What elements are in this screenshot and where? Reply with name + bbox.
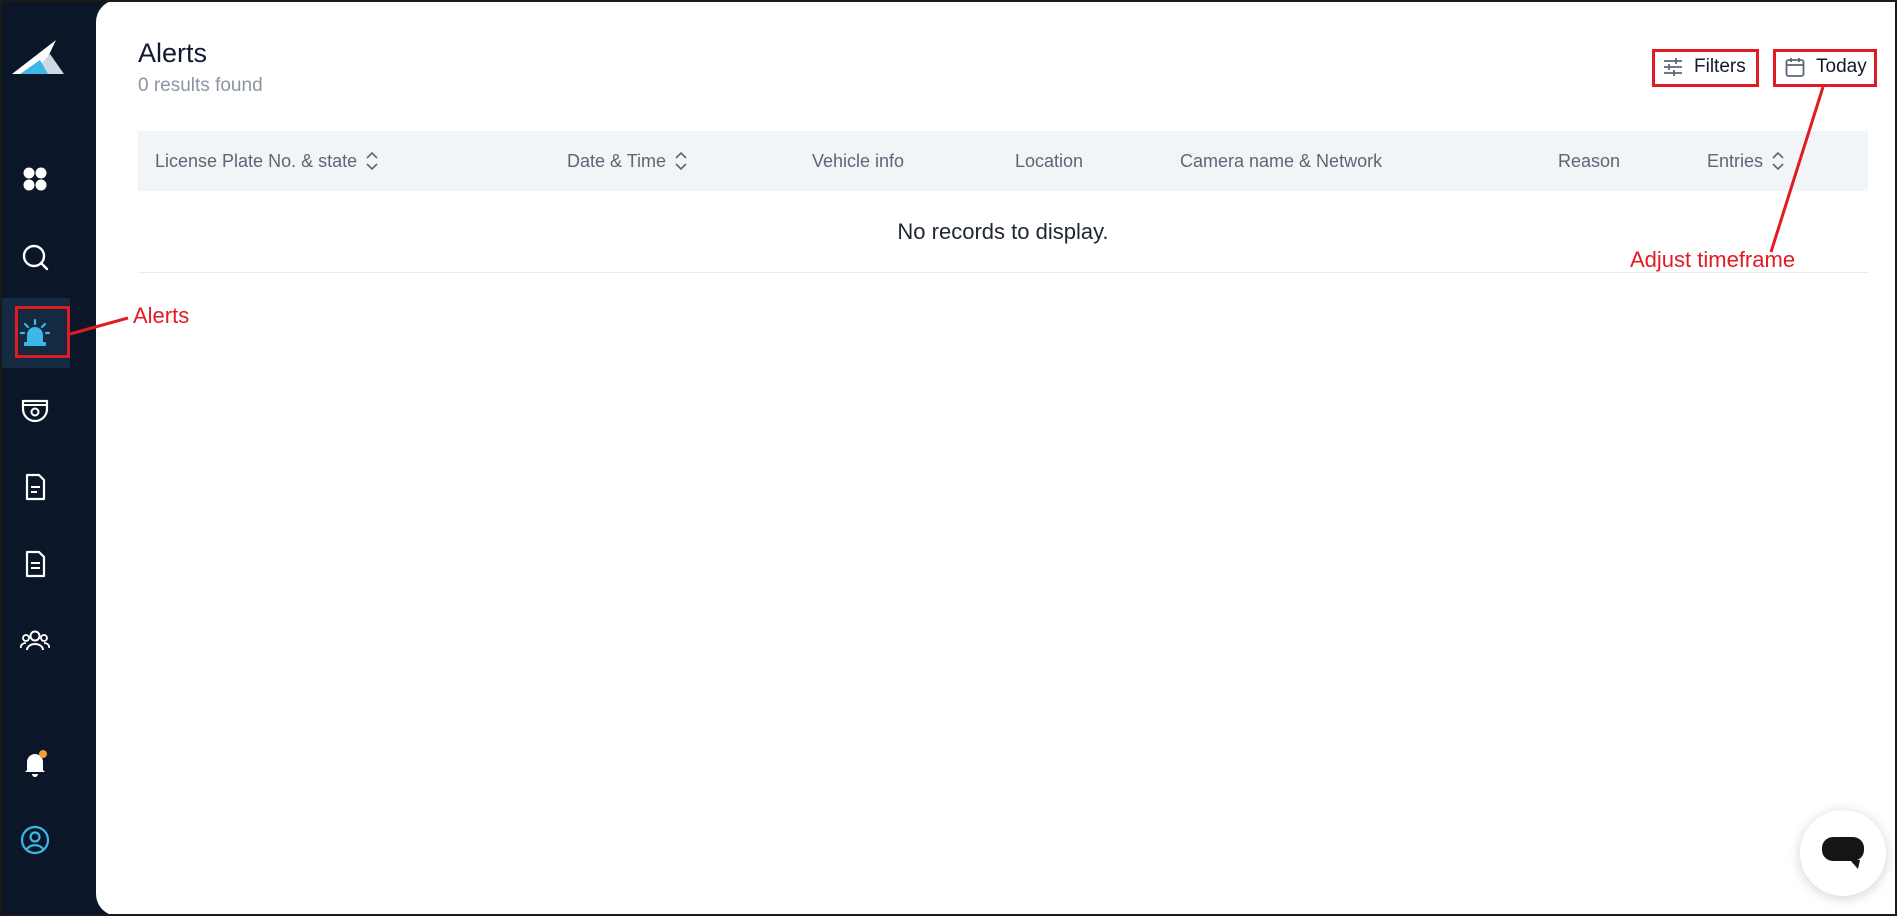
sidebar-item-cameras[interactable]: [0, 375, 70, 445]
column-vehicle-info: Vehicle info: [812, 150, 905, 171]
empty-state-message: No records to display.: [138, 191, 1868, 273]
column-camera-network: Camera name & Network: [1180, 150, 1383, 171]
date-range-label: Today: [1816, 56, 1867, 77]
app-logo[interactable]: [10, 36, 64, 76]
column-date-time[interactable]: Date & Time: [567, 131, 688, 191]
bell-icon: [25, 750, 47, 777]
search-icon: [22, 244, 49, 271]
chat-bubble-icon: [1822, 837, 1864, 869]
document-icon: [25, 473, 46, 501]
dashboard-icon: [23, 167, 47, 191]
alarm-siren-icon: [20, 318, 50, 346]
sidebar-item-reports[interactable]: [0, 529, 70, 599]
sort-icon: [366, 151, 378, 171]
filters-button[interactable]: Filters: [1662, 52, 1746, 82]
column-license-plate[interactable]: License Plate No. & state: [155, 131, 379, 191]
chat-widget-button[interactable]: [1800, 810, 1886, 896]
sort-icon: [1772, 151, 1784, 171]
sidebar-item-profile[interactable]: [0, 805, 70, 875]
page-title: Alerts: [138, 38, 208, 68]
sidebar-item-notifications[interactable]: [0, 728, 70, 798]
annotation-adjust-timeframe: Adjust timeframe: [1630, 247, 1796, 272]
column-entries[interactable]: Entries: [1707, 131, 1785, 191]
sliders-icon: [1664, 58, 1682, 76]
date-range-button[interactable]: Today: [1784, 52, 1867, 82]
profile-icon: [20, 825, 50, 855]
table-header: License Plate No. & state Date & Time Ve…: [138, 131, 1868, 191]
sidebar-item-documents[interactable]: [0, 452, 70, 522]
sidebar-item-alerts[interactable]: [0, 298, 70, 368]
column-reason: Reason: [1558, 150, 1621, 171]
annotation-alerts: Alerts: [133, 303, 190, 328]
sidebar-item-users[interactable]: [0, 606, 70, 676]
sidebar-item-dashboard[interactable]: [0, 144, 70, 214]
camera-icon: [21, 399, 49, 423]
filters-label: Filters: [1694, 56, 1746, 77]
users-icon: [20, 630, 50, 651]
calendar-icon: [1785, 58, 1805, 77]
report-icon: [25, 550, 46, 578]
sidebar-item-search[interactable]: [0, 222, 70, 292]
results-count: 0 results found: [138, 75, 263, 96]
sort-icon: [675, 151, 687, 171]
column-location: Location: [1015, 150, 1084, 171]
